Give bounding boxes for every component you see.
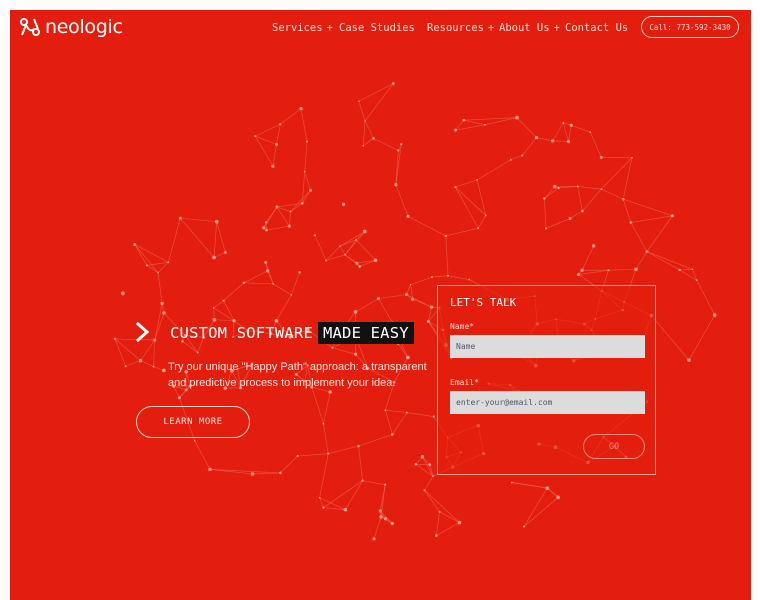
nav-label: About Us bbox=[499, 22, 550, 34]
nav-label: Case Studies bbox=[339, 22, 415, 34]
nav-item-contact-us[interactable]: Contact Us bbox=[565, 22, 628, 34]
plus-icon: + bbox=[553, 22, 560, 34]
call-button[interactable]: Call: 773-592-3430 bbox=[641, 16, 739, 38]
logo-icon bbox=[20, 18, 40, 36]
nav-label: Resources bbox=[427, 22, 484, 34]
hero-title: CUSTOM SOFTWARE MADE EASY bbox=[170, 321, 414, 345]
email-input[interactable] bbox=[450, 391, 645, 414]
nav-item-about-us[interactable]: About Us + bbox=[499, 22, 560, 34]
plus-icon: + bbox=[326, 22, 333, 34]
hero-title-highlight: MADE EASY bbox=[317, 322, 414, 344]
nav-label: Services bbox=[272, 22, 323, 34]
hero-title-plain: CUSTOM SOFTWARE bbox=[170, 324, 313, 342]
nav-item-case-studies[interactable]: Case Studies bbox=[339, 22, 415, 34]
nav-label: Contact Us bbox=[565, 22, 629, 34]
nav-item-services[interactable]: Services + bbox=[272, 22, 333, 34]
contact-form: LET'S TALK Name* Email* GO bbox=[437, 285, 656, 475]
go-button[interactable]: GO bbox=[583, 434, 645, 459]
form-title: LET'S TALK bbox=[450, 296, 517, 309]
hero-section: neologic Services + Case Studies Resource… bbox=[10, 10, 751, 600]
name-label: Name* bbox=[450, 322, 475, 331]
email-label: Email* bbox=[450, 378, 479, 387]
plus-icon: + bbox=[487, 22, 495, 34]
logo-text: neologic bbox=[45, 16, 123, 38]
name-input[interactable] bbox=[450, 335, 645, 358]
hero-description: Try our unique "Happy Path" approach: a … bbox=[168, 361, 427, 389]
chevron-right-icon bbox=[136, 322, 150, 342]
learn-more-button[interactable]: LEARN MORE bbox=[136, 406, 250, 438]
nav-item-resources[interactable]: Resources + bbox=[427, 22, 494, 34]
logo[interactable]: neologic bbox=[19, 16, 123, 38]
